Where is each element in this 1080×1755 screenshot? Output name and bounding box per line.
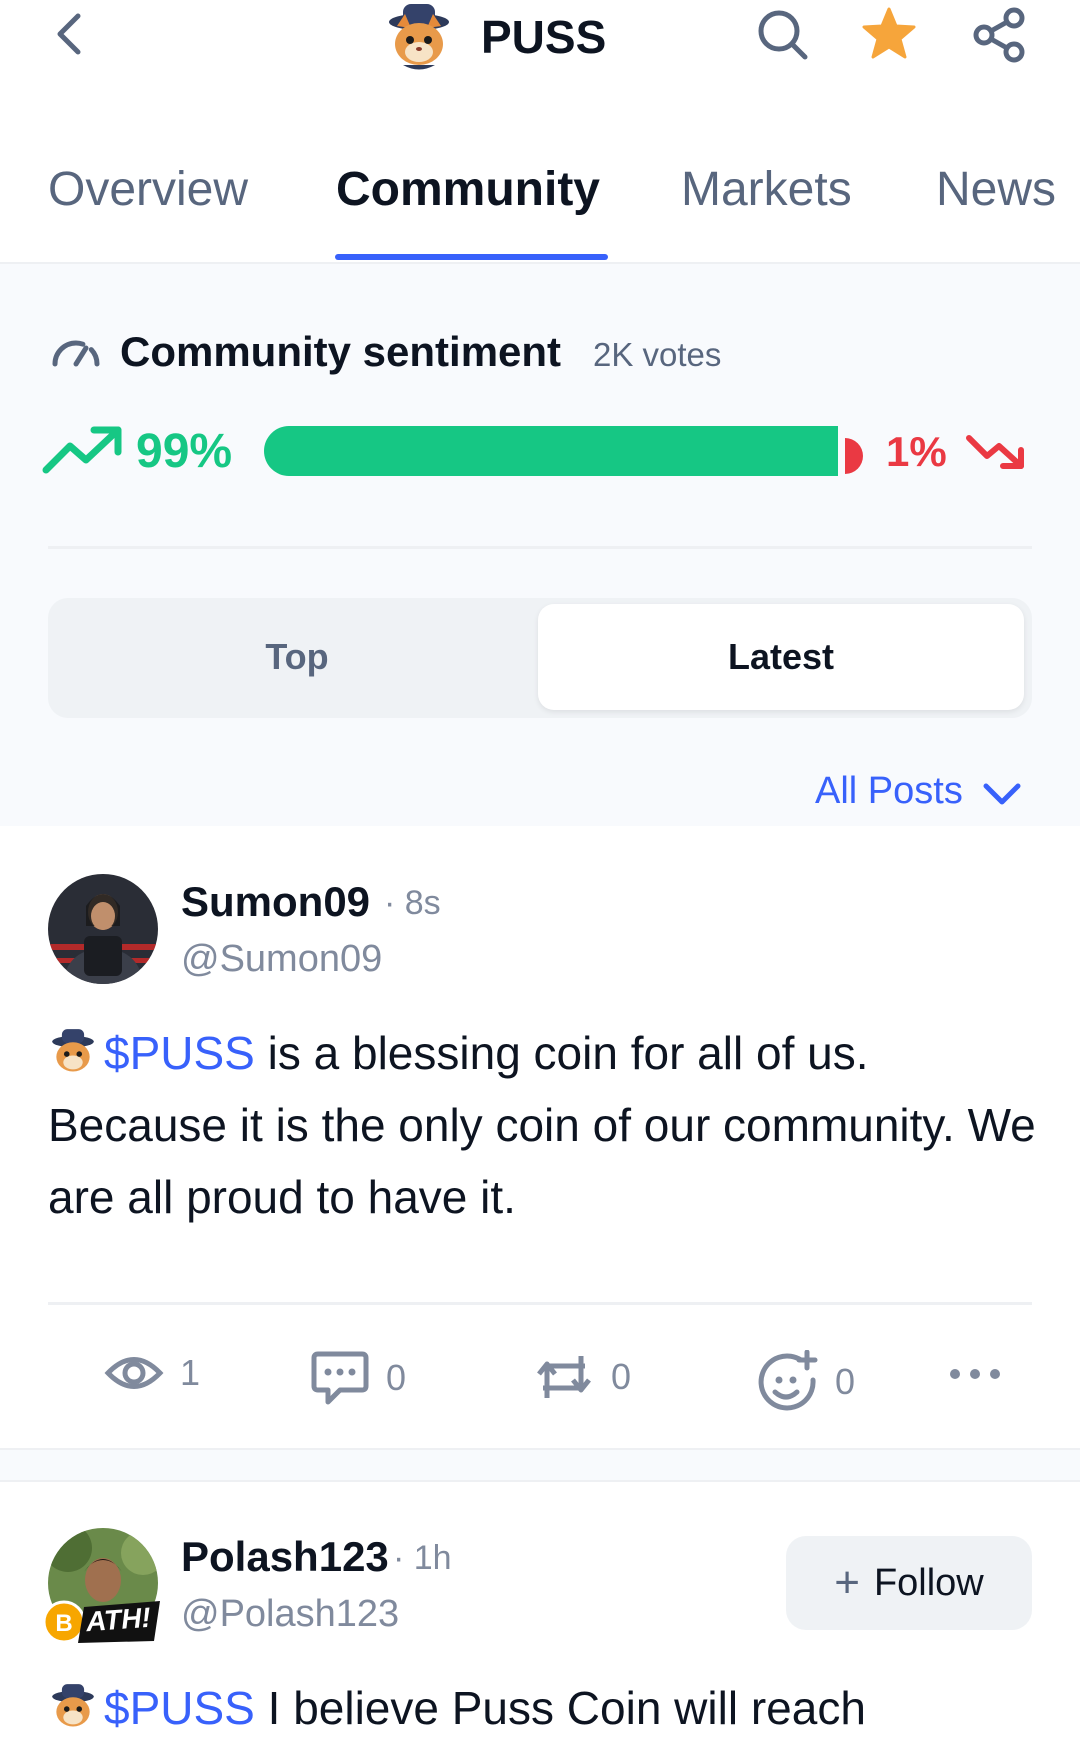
- post-time: · 1h: [393, 1539, 452, 1577]
- page-title: PUSS: [481, 11, 607, 63]
- ticker-link[interactable]: $PUSS: [104, 1682, 255, 1734]
- sort-latest-button[interactable]: Latest: [538, 604, 1024, 710]
- repost-icon: [537, 1356, 591, 1398]
- tab-community[interactable]: Community: [336, 162, 600, 217]
- user-handle[interactable]: @Polash123: [181, 1593, 399, 1636]
- bullish-bar: [264, 426, 838, 476]
- user-handle[interactable]: @Sumon09: [181, 938, 382, 981]
- active-tab-indicator: [335, 254, 608, 260]
- search-icon[interactable]: [756, 8, 810, 62]
- tab-news[interactable]: News: [936, 162, 1056, 217]
- views-count: 1: [180, 1352, 201, 1393]
- follow-label: Follow: [873, 1561, 984, 1604]
- tab-overview[interactable]: Overview: [48, 162, 248, 217]
- back-chevron-icon[interactable]: [50, 10, 90, 58]
- avatar[interactable]: [48, 874, 158, 984]
- sort-top-button[interactable]: Top: [54, 604, 540, 710]
- puss-logo-icon: [383, 2, 455, 72]
- puss-coin-icon: [48, 1680, 98, 1730]
- repost-button[interactable]: 0: [533, 1350, 631, 1404]
- app-header: PUSS: [0, 0, 1080, 130]
- post-divider: [48, 1302, 1032, 1305]
- eye-icon: [104, 1357, 164, 1389]
- all-posts-filter[interactable]: All Posts: [815, 770, 963, 813]
- trend-down-icon: [965, 432, 1029, 474]
- svg-text:B: B: [55, 1610, 72, 1637]
- tab-markets[interactable]: Markets: [681, 162, 852, 217]
- post-text-line1: is a blessing coin for all of us.: [254, 1027, 869, 1079]
- post-body: $PUSS is a blessing coin for all of us. …: [48, 1017, 1038, 1233]
- bullish-percentage: 99%: [136, 425, 233, 478]
- filter-label: All Posts: [815, 770, 963, 812]
- ticker-link[interactable]: $PUSS: [104, 1027, 255, 1079]
- vote-count: 2K votes: [593, 336, 722, 373]
- star-icon[interactable]: [860, 6, 918, 62]
- trend-up-icon: [42, 424, 126, 476]
- bearish-percentage: 1%: [886, 428, 947, 475]
- more-options-icon[interactable]: [948, 1367, 1002, 1381]
- ath-badge-label: ATH!: [84, 1601, 152, 1638]
- comment-button[interactable]: 0: [310, 1350, 406, 1406]
- post-body: $PUSS I believe Puss Coin will reach: [48, 1672, 1038, 1744]
- post-text-line1: I believe Puss Coin will reach: [254, 1682, 866, 1734]
- reactions-count: 0: [835, 1361, 856, 1402]
- add-reaction-icon: [758, 1350, 818, 1411]
- comments-count: 0: [386, 1357, 407, 1398]
- comment-icon: [311, 1351, 369, 1405]
- share-icon[interactable]: [970, 6, 1028, 64]
- post-time: · 8s: [384, 884, 441, 922]
- section-divider: [48, 546, 1032, 549]
- reaction-button[interactable]: 0: [755, 1350, 855, 1414]
- sentiment-title: Community sentiment: [120, 328, 562, 375]
- chevron-down-icon[interactable]: [982, 782, 1022, 808]
- post-separator: [0, 1448, 1080, 1482]
- plus-icon: +: [834, 1558, 860, 1607]
- username[interactable]: Sumon09: [181, 878, 370, 926]
- post-text-rest: Because it is the only coin of our commu…: [48, 1099, 1036, 1223]
- views-stat: 1: [104, 1350, 200, 1396]
- sort-toggle: Top Latest: [48, 598, 1032, 718]
- tab-bar: Overview Community Markets News: [0, 140, 1080, 266]
- gauge-icon: [50, 334, 102, 368]
- puss-coin-icon: [48, 1025, 98, 1075]
- username[interactable]: Polash123: [181, 1533, 389, 1581]
- follow-button[interactable]: + Follow: [786, 1536, 1032, 1630]
- reposts-count: 0: [611, 1356, 632, 1397]
